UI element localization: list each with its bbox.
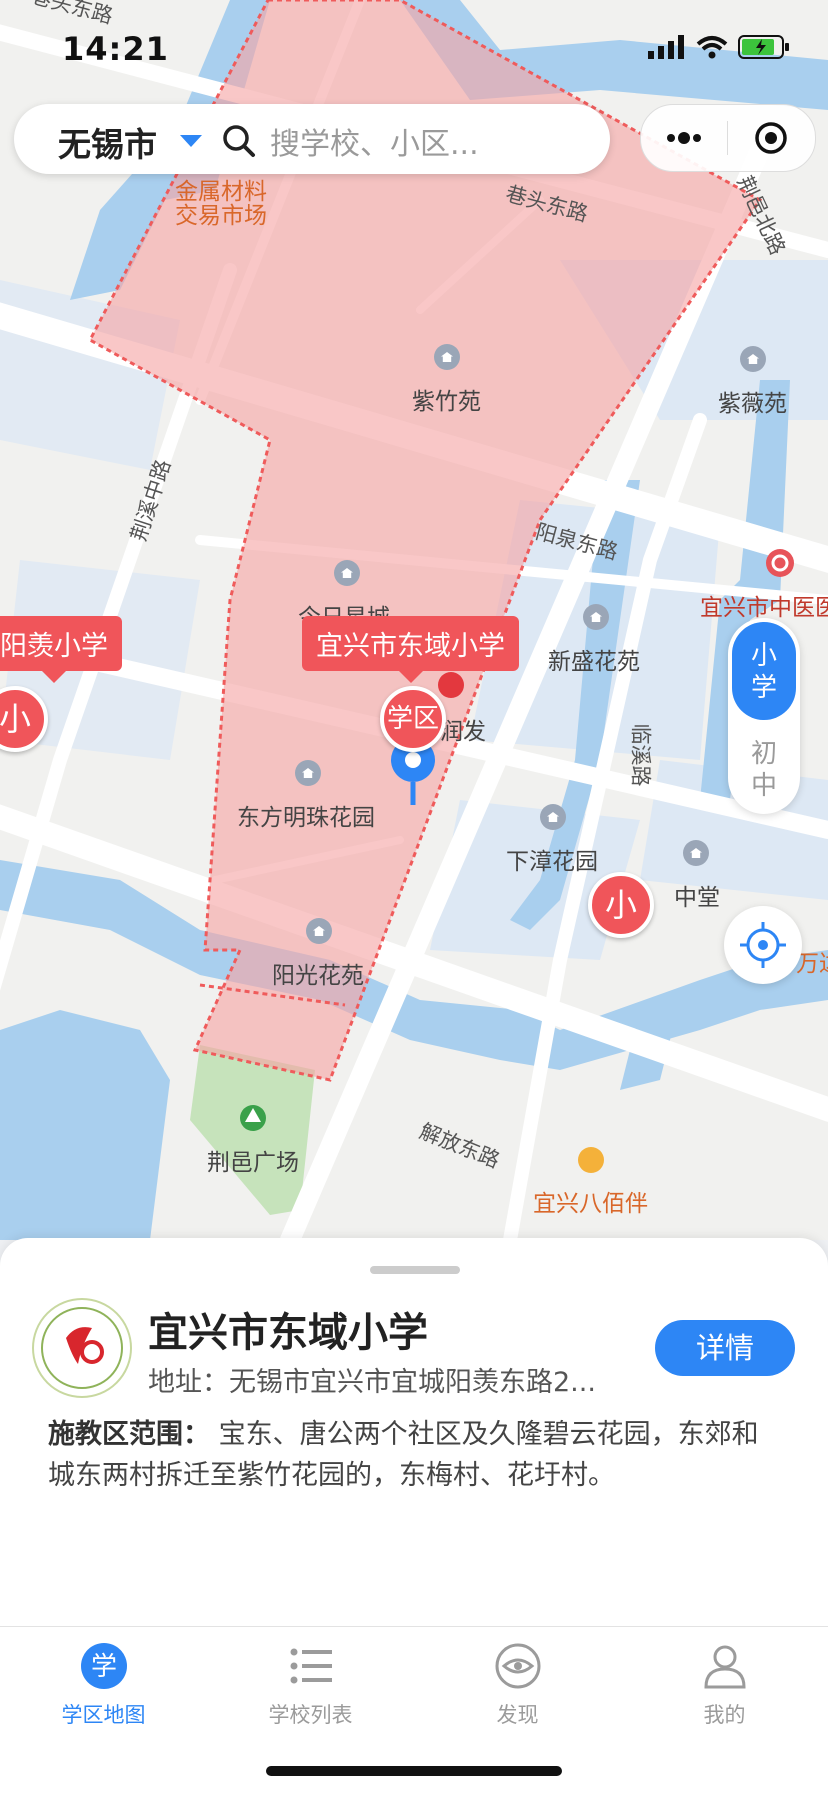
sheet-handle[interactable] bbox=[370, 1266, 460, 1274]
residence-icon bbox=[334, 560, 360, 586]
place-label: 宜兴八佰伴 bbox=[533, 1191, 648, 1217]
tab-school-list[interactable]: 学校列表 bbox=[207, 1641, 414, 1729]
residence-icon bbox=[540, 804, 566, 830]
chevron-down-icon[interactable] bbox=[180, 135, 202, 147]
map-view[interactable]: 巷头东路 荆邑北路 巷头东路 荆溪中路 阳泉东路 临溪路 解放东路 金属材料交易… bbox=[0, 0, 828, 1240]
user-icon bbox=[703, 1645, 746, 1689]
city-selector[interactable]: 无锡市 bbox=[58, 118, 157, 166]
road-label: 临溪路 bbox=[628, 723, 653, 787]
eye-icon bbox=[495, 1643, 540, 1689]
detail-button[interactable]: 详情 bbox=[655, 1320, 795, 1376]
school-marker[interactable]: 小 bbox=[588, 872, 654, 938]
place-label: 润发 bbox=[440, 719, 486, 745]
list-icon bbox=[290, 1648, 332, 1684]
signal-icon bbox=[648, 35, 684, 59]
residence-icon bbox=[740, 346, 766, 372]
school-address: 地址：无锡市宜兴市宜城阳羡东路2... bbox=[148, 1367, 596, 1398]
level-primary[interactable]: 小学 bbox=[732, 622, 796, 720]
wifi-icon bbox=[696, 36, 728, 59]
school-info-sheet[interactable]: 宜兴市东域小学 地址：无锡市宜兴市宜城阳羡东路2... 详情 施教区范围： 宝东… bbox=[0, 1238, 828, 1628]
tab-discover[interactable]: 发现 bbox=[414, 1641, 621, 1729]
xue-icon: 学 bbox=[80, 1643, 127, 1689]
search-input[interactable]: 搜学校、小区... bbox=[270, 119, 479, 163]
close-miniprogram-icon[interactable] bbox=[727, 105, 815, 171]
enrollment-scope: 施教区范围： 宝东、唐公两个社区及久隆碧云花园，东郊和城东两村拆迁至紫竹花园的，… bbox=[48, 1414, 784, 1496]
school-callout-left[interactable]: 阳羡小学 bbox=[0, 616, 122, 683]
place-label: 紫薇苑 bbox=[718, 391, 787, 417]
status-bar: 14:21 bbox=[0, 0, 828, 100]
place-label: 荆邑广场 bbox=[207, 1150, 299, 1176]
residence-icon bbox=[683, 840, 709, 866]
residence-icon bbox=[306, 918, 332, 944]
place-label: 东方明珠花园 bbox=[237, 805, 375, 831]
battery-icon bbox=[738, 35, 789, 59]
locate-icon bbox=[740, 922, 786, 968]
more-icon[interactable] bbox=[641, 105, 727, 171]
tab-label: 学区地图 bbox=[61, 1703, 146, 1727]
place-label: 宜兴市中医医院 bbox=[700, 595, 828, 621]
place-label: 金属材料交易市场 bbox=[175, 179, 267, 229]
school-level-toggle[interactable]: 小学 初中 bbox=[728, 618, 800, 814]
level-middle[interactable]: 初中 bbox=[732, 726, 796, 812]
place-label: 紫竹苑 bbox=[412, 389, 481, 415]
residence-icon bbox=[583, 604, 609, 630]
status-time: 14:21 bbox=[62, 30, 169, 68]
residence-icon bbox=[434, 344, 460, 370]
search-icon bbox=[223, 125, 255, 157]
school-emblem-icon bbox=[41, 1307, 123, 1389]
home-indicator bbox=[266, 1766, 562, 1776]
school-callout[interactable]: 宜兴市东域小学 bbox=[302, 616, 519, 683]
place-label: 阳光花苑 bbox=[272, 963, 364, 989]
district-marker[interactable]: 学区 bbox=[380, 686, 446, 752]
miniprogram-capsule[interactable] bbox=[640, 104, 816, 172]
place-label: 下漳花园 bbox=[506, 849, 598, 875]
school-name: 宜兴市东域小学 bbox=[148, 1310, 428, 1356]
locate-button[interactable] bbox=[724, 906, 802, 984]
place-label: 中堂 bbox=[674, 885, 720, 911]
tab-mine[interactable]: 我的 bbox=[621, 1641, 828, 1729]
search-bar[interactable]: 无锡市 搜学校、小区... bbox=[14, 104, 610, 174]
rundafa-logo-icon bbox=[438, 672, 464, 698]
tab-district-map[interactable]: 学 学区地图 bbox=[0, 1641, 207, 1729]
tab-label: 我的 bbox=[703, 1703, 746, 1727]
tab-label: 发现 bbox=[496, 1703, 539, 1727]
svg-text:学: 学 bbox=[90, 1652, 116, 1682]
scope-label: 施教区范围： bbox=[48, 1419, 210, 1450]
school-logo bbox=[32, 1298, 132, 1398]
place-label: 新盛花苑 bbox=[548, 649, 640, 675]
tab-label: 学校列表 bbox=[268, 1703, 353, 1727]
residence-icon bbox=[295, 760, 321, 786]
